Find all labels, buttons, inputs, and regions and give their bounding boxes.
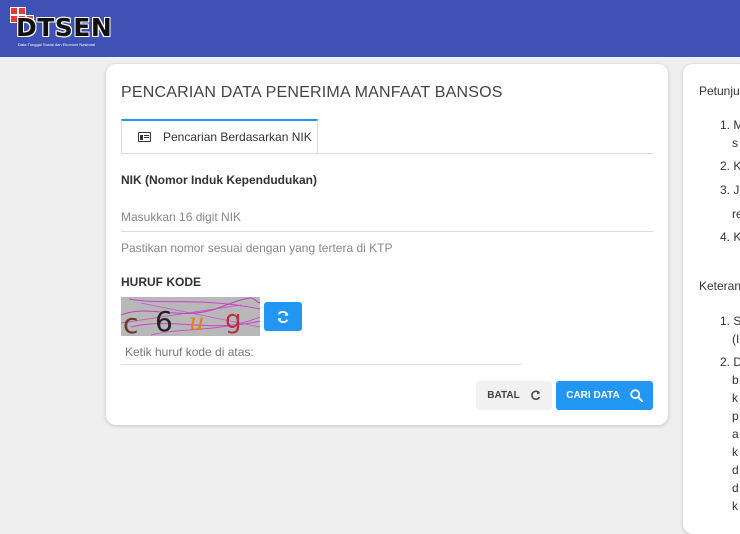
list-item: 2. D <box>720 355 740 369</box>
cancel-button-label: BATAL <box>487 390 520 401</box>
search-card: PENCARIAN DATA PENERIMA MANFAAT BANSOS P… <box>106 64 668 425</box>
list-item-continuation: k <box>732 445 738 459</box>
list-item: 1. M <box>720 118 740 132</box>
list-item-continuation: k <box>732 391 738 405</box>
list-item-continuation: (I <box>732 332 740 346</box>
instructions-card: Petunju 1. M s 2. K 3. Ji re 4. K Ketera… <box>683 64 740 534</box>
svg-text:u: u <box>189 308 204 336</box>
tab-search-by-nik[interactable]: Pencarian Berdasarkan NIK <box>121 119 318 153</box>
list-item-continuation: b <box>732 373 739 387</box>
list-item: 3. Ji <box>720 183 740 197</box>
nik-hint: Pastikan nomor sesuai dengan yang terter… <box>121 241 393 255</box>
page-title: PENCARIAN DATA PENERIMA MANFAAT BANSOS <box>121 84 503 101</box>
captcha-label: HURUF KODE <box>121 275 201 289</box>
logo-tagline: Data Tunggal Sosial dan Ekonomi Nasional <box>18 42 95 47</box>
reload-icon <box>530 390 540 400</box>
list-item-continuation: s <box>732 136 738 150</box>
instructions-heading: Petunju <box>699 84 740 98</box>
list-item: 2. K <box>720 159 740 173</box>
svg-text:g: g <box>225 305 242 335</box>
refresh-icon <box>277 310 289 323</box>
cancel-button[interactable]: BATAL <box>476 381 552 410</box>
list-item: 1. S <box>720 314 740 328</box>
tab-bar: Pencarian Berdasarkan NIK <box>121 119 653 154</box>
list-item: 4. K <box>720 230 740 244</box>
refresh-captcha-button[interactable] <box>264 302 302 331</box>
tab-label: Pencarian Berdasarkan NIK <box>163 130 312 144</box>
search-icon <box>630 389 643 402</box>
list-item-continuation: p <box>732 409 739 423</box>
list-item-continuation: re <box>732 207 740 221</box>
nik-input[interactable] <box>121 203 653 232</box>
captcha-image: c 6 u g <box>121 297 260 336</box>
list-item-continuation: a <box>732 427 739 441</box>
notes-heading: Keteran <box>699 279 740 293</box>
top-app-bar: DTSEN Data Tunggal Sosial dan Ekonomi Na… <box>0 0 740 57</box>
list-item-continuation: k <box>732 499 738 513</box>
list-item-continuation: d <box>732 481 739 495</box>
search-button-label: CARI DATA <box>566 390 620 401</box>
nik-label: NIK (Nomor Induk Kependudukan) <box>121 173 317 187</box>
svg-text:c: c <box>123 307 138 336</box>
dtsen-logo[interactable]: DTSEN Data Tunggal Sosial dan Ekonomi Na… <box>8 7 112 51</box>
search-button[interactable]: CARI DATA <box>556 381 653 410</box>
logo-text: DTSEN <box>16 13 113 42</box>
id-card-icon <box>138 132 151 142</box>
list-item-continuation: d <box>732 463 739 477</box>
svg-text:6: 6 <box>155 305 173 336</box>
captcha-input[interactable] <box>121 340 521 365</box>
